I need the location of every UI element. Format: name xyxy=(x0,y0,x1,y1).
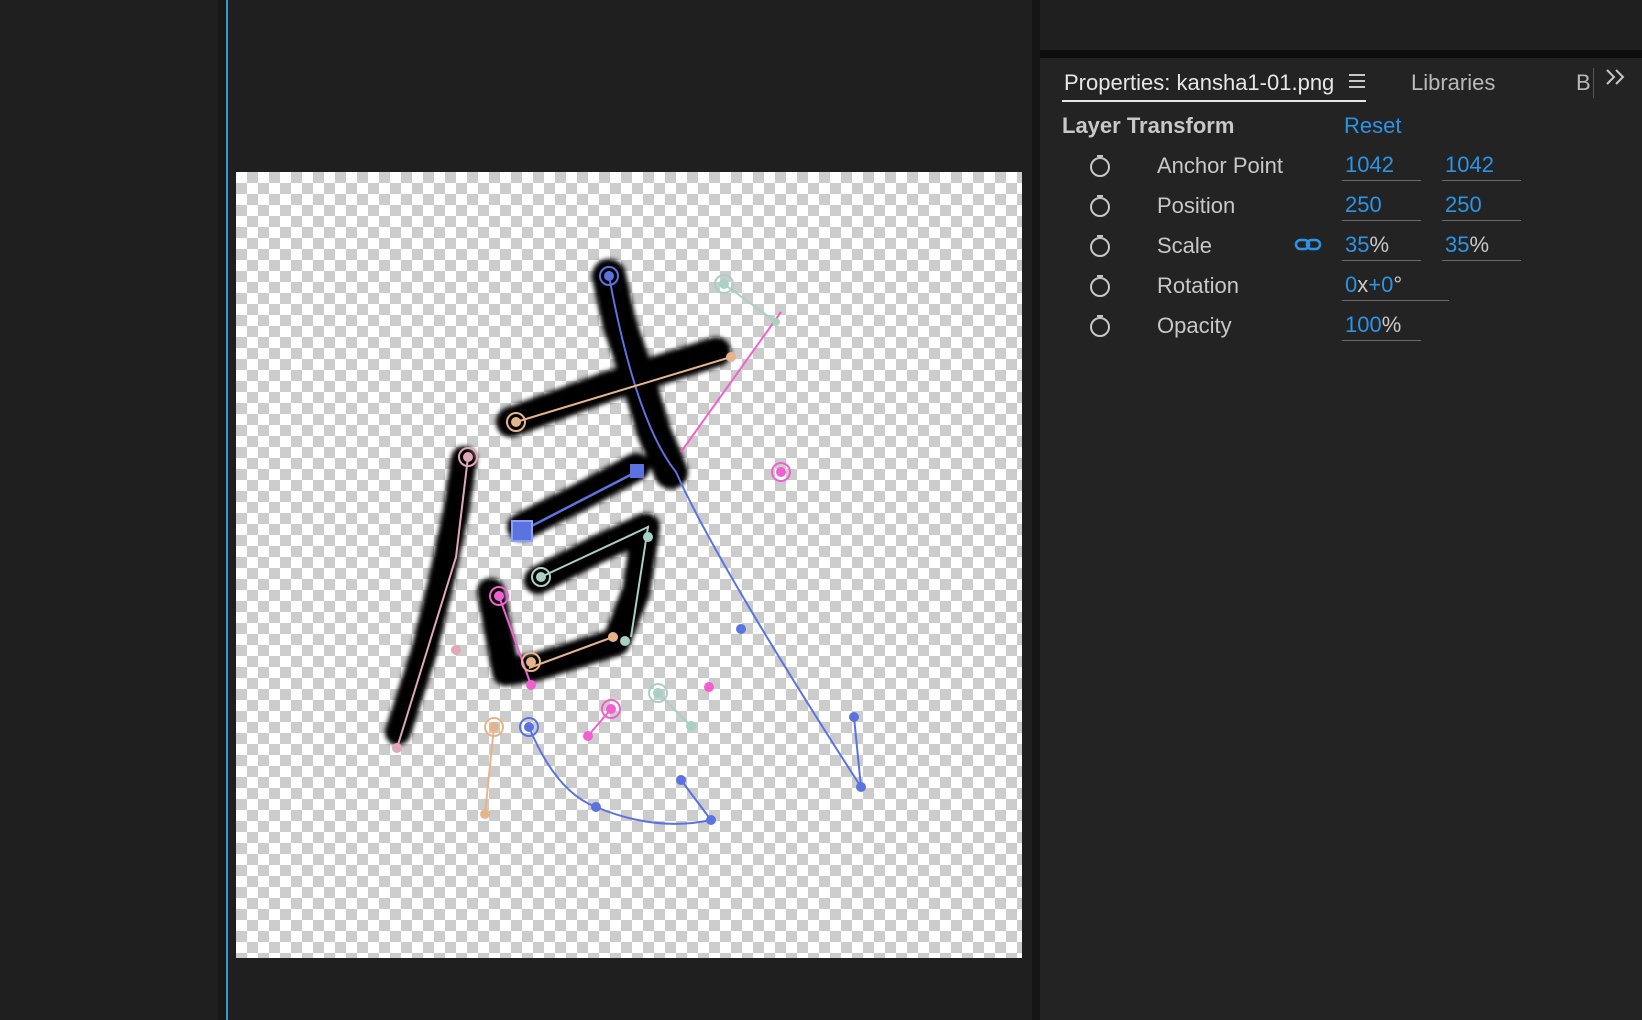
stroke-left xyxy=(385,446,477,745)
property-label: Position xyxy=(1157,193,1236,218)
section-title: Layer Transform xyxy=(1062,113,1235,138)
stopwatch-icon[interactable] xyxy=(1088,194,1112,218)
position-y-field[interactable]: 250 xyxy=(1442,192,1521,221)
tab-libraries[interactable]: Libraries xyxy=(1411,70,1495,96)
property-label: Scale xyxy=(1157,233,1213,258)
property-row-rotation: Rotation 0x+0° xyxy=(1040,266,1642,306)
double-chevron-right-icon[interactable] xyxy=(1604,66,1628,94)
anchor-x-field[interactable]: 1042 xyxy=(1342,152,1421,181)
opacity-field[interactable]: 100% xyxy=(1342,312,1421,341)
tab-truncated[interactable]: B xyxy=(1576,70,1591,96)
stroke-middle xyxy=(507,453,650,541)
panel-header-empty xyxy=(1040,0,1642,50)
stopwatch-icon[interactable] xyxy=(1088,154,1112,178)
active-tab-indicator xyxy=(1062,100,1366,102)
stopwatch-icon[interactable] xyxy=(1088,274,1112,298)
brush-strokes xyxy=(385,259,731,745)
stopwatch-icon[interactable] xyxy=(1088,234,1112,258)
scale-x-field[interactable]: 35% xyxy=(1342,232,1421,261)
panel-divider[interactable] xyxy=(218,0,226,1020)
hamburger-menu-icon[interactable] xyxy=(1348,70,1366,96)
property-row-anchor-point: Anchor Point 1042 1042 xyxy=(1040,146,1642,186)
tab-divider xyxy=(1593,68,1594,98)
rotation-field[interactable]: 0x+0° xyxy=(1342,272,1449,301)
layer-canvas[interactable] xyxy=(236,172,1022,958)
stroke-horizontal-top xyxy=(496,337,731,437)
link-icon[interactable] xyxy=(1294,236,1322,254)
position-x-field[interactable]: 250 xyxy=(1342,192,1421,221)
property-label: Anchor Point xyxy=(1157,153,1283,178)
left-panel xyxy=(0,0,218,1020)
property-row-scale: Scale 35% 35% xyxy=(1040,226,1642,266)
reset-button[interactable]: Reset xyxy=(1344,113,1401,139)
anchor-y-field[interactable]: 1042 xyxy=(1442,152,1521,181)
property-label: Rotation xyxy=(1157,273,1239,298)
property-row-opacity: Opacity 100% xyxy=(1040,306,1642,346)
character-artwork[interactable] xyxy=(236,172,1022,958)
stroke-box xyxy=(477,513,660,686)
panel-separator[interactable] xyxy=(1040,50,1642,58)
property-row-position: Position 250 250 xyxy=(1040,186,1642,226)
property-label: Opacity xyxy=(1157,313,1232,338)
tab-properties[interactable]: Properties: kansha1-01.png xyxy=(1064,70,1334,96)
panel-gap xyxy=(1032,0,1040,1020)
stopwatch-icon[interactable] xyxy=(1088,314,1112,338)
scale-y-field[interactable]: 35% xyxy=(1442,232,1521,261)
